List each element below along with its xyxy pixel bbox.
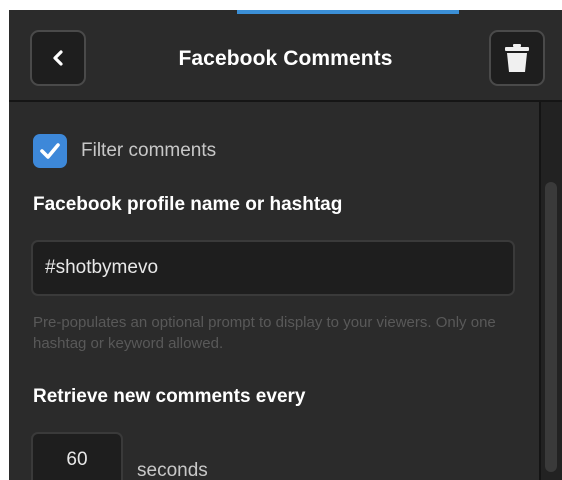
filter-comments-row[interactable]: Filter comments [33, 134, 216, 168]
settings-content: Filter comments Facebook profile name or… [9, 102, 539, 480]
back-button[interactable] [30, 30, 86, 86]
profile-heading: Facebook profile name or hashtag [33, 194, 343, 215]
retrieve-heading: Retrieve new comments every [33, 386, 306, 407]
checkmark-icon [40, 143, 60, 159]
settings-panel: Facebook Comments Filter comments Facebo… [9, 10, 562, 480]
trash-icon [505, 44, 529, 72]
filter-comments-checkbox[interactable] [33, 134, 67, 168]
retrieve-interval-input[interactable] [31, 432, 123, 480]
interval-unit-label: seconds [137, 460, 208, 480]
panel-header: Facebook Comments [9, 14, 562, 102]
scrollbar[interactable] [539, 102, 562, 480]
delete-button[interactable] [489, 30, 545, 86]
profile-help-text: Pre-populates an optional prompt to disp… [33, 314, 496, 352]
page-title: Facebook Comments [178, 47, 393, 70]
filter-comments-label: Filter comments [81, 140, 217, 161]
profile-hashtag-input[interactable] [31, 240, 515, 296]
chevron-left-icon [53, 50, 63, 66]
scrollbar-thumb[interactable] [545, 182, 557, 472]
